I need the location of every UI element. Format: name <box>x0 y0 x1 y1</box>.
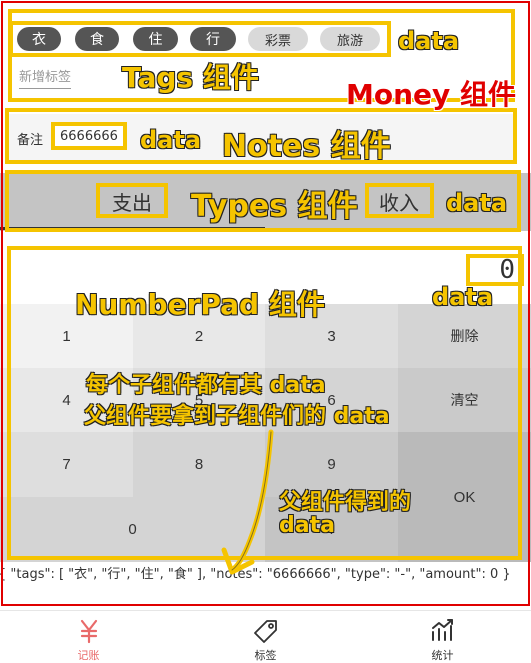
annotation-arrow <box>221 429 274 575</box>
